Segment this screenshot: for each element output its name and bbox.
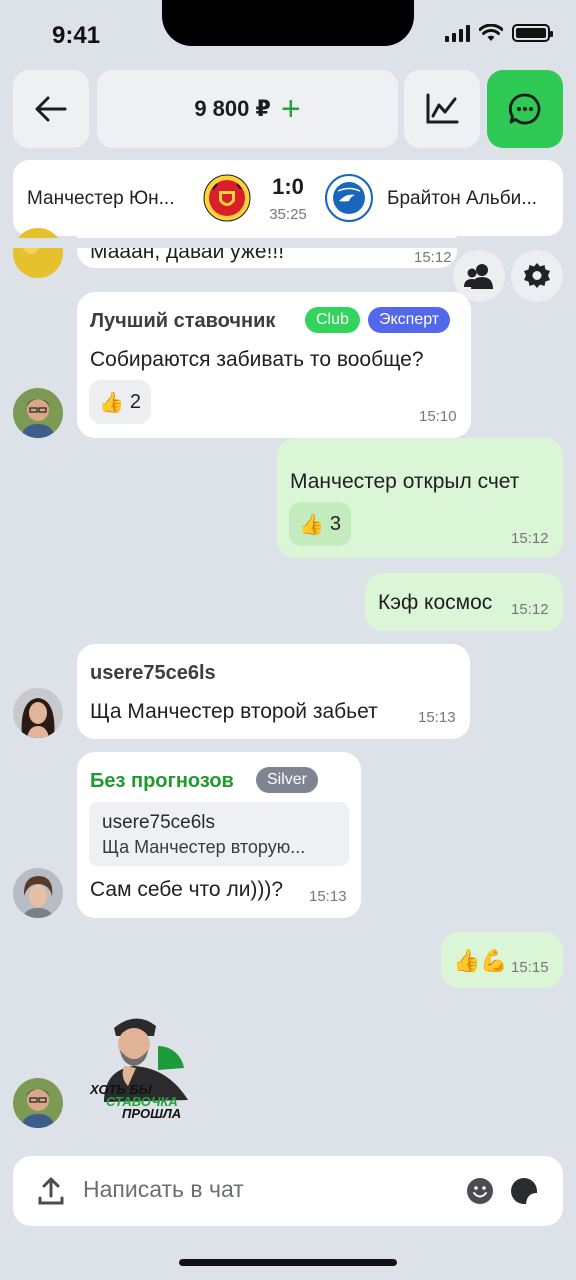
upload-icon[interactable] xyxy=(37,1176,65,1206)
settings-button[interactable] xyxy=(511,250,563,302)
away-team-name: Брайтон Альби... xyxy=(387,188,538,209)
message-bubble[interactable]: Без прогнозов Silver usere75ce6ls Ща Ман… xyxy=(77,752,361,918)
scroll-mask xyxy=(0,238,576,248)
avatar-image xyxy=(13,228,63,278)
status-icons xyxy=(445,24,553,42)
message-composer xyxy=(13,1156,563,1226)
message-text: Кэф космос xyxy=(378,591,493,614)
balance-button[interactable]: 9 800 ₽ + xyxy=(97,70,398,148)
message-text: Манчестер открыл счет xyxy=(290,470,520,493)
gear-icon xyxy=(524,263,550,288)
reaction-count: 3 xyxy=(329,512,342,535)
thumbs-up-icon: 👍 xyxy=(299,513,324,536)
reply-quote[interactable]: usere75ce6ls Ща Манчестер вторую... xyxy=(89,802,349,866)
message-text: Сам себе что ли)))? xyxy=(90,878,284,901)
cellular-signal-icon xyxy=(445,24,470,42)
avatar-image xyxy=(13,1078,63,1128)
chat-icon xyxy=(508,93,541,125)
add-funds-icon: + xyxy=(280,90,301,128)
sticker[interactable]: ХОТЬ БЫ СТАВОЧКА ПРОШЛА xyxy=(88,1006,200,1122)
home-indicator xyxy=(179,1259,397,1266)
stats-button[interactable] xyxy=(404,70,480,148)
message-time: 15:13 xyxy=(418,709,456,726)
message-text: Собираются забивать то вообще? xyxy=(90,348,424,371)
status-time: 9:41 xyxy=(52,22,101,49)
brighton-logo-icon xyxy=(324,173,374,223)
reaction-chip[interactable]: 👍 2 xyxy=(89,380,152,424)
avatar-image xyxy=(13,868,63,918)
status-bar: 9:41 xyxy=(0,0,576,70)
chart-icon xyxy=(426,93,459,124)
message-time: 15:12 xyxy=(414,249,452,266)
message-time: 15:10 xyxy=(419,408,457,425)
message-text: Ща Манчестер второй забьет xyxy=(90,700,378,723)
back-button[interactable] xyxy=(13,70,89,148)
message-time: 15:15 xyxy=(511,959,549,976)
outgoing-message-bubble[interactable]: Манчестер открыл счет 👍 3 15:12 xyxy=(277,438,563,558)
reaction-count: 2 xyxy=(129,390,142,413)
avatar[interactable] xyxy=(13,868,63,918)
avatar[interactable] xyxy=(13,688,63,738)
outgoing-message-bubble[interactable]: Кэф космос 15:12 xyxy=(365,573,563,631)
manchester-united-logo-icon xyxy=(202,173,252,223)
avatar[interactable] xyxy=(13,1078,63,1128)
reaction-chip[interactable]: 👍 3 xyxy=(289,502,352,546)
avatar[interactable] xyxy=(13,228,63,278)
balance-amount: 9 800 ₽ xyxy=(194,96,271,121)
match-clock: 35:25 xyxy=(269,206,307,223)
quote-author: usere75ce6ls xyxy=(102,812,216,833)
club-badge: Club xyxy=(305,307,360,333)
sender-name: usere75ce6ls xyxy=(90,662,216,684)
home-team-name: Манчестер Юн... xyxy=(27,188,175,209)
avatar-image xyxy=(13,688,63,738)
avatar[interactable] xyxy=(13,388,63,438)
chat-input[interactable] xyxy=(83,1176,383,1203)
message-time: 15:12 xyxy=(511,601,549,618)
emoji-icon[interactable] xyxy=(466,1177,494,1205)
sender-name: Без прогнозов xyxy=(90,770,234,792)
wifi-icon xyxy=(479,24,503,41)
sender-name: Лучший ставочник xyxy=(90,310,276,332)
quote-text: Ща Манчестер вторую... xyxy=(102,837,306,857)
people-icon xyxy=(464,264,493,289)
expert-badge: Эксперт xyxy=(368,307,451,333)
sticker-text-line3: ПРОШЛА xyxy=(122,1106,182,1121)
top-bar: 9 800 ₽ + xyxy=(13,70,563,148)
match-score: 1:0 xyxy=(272,174,304,199)
battery-icon xyxy=(512,24,553,42)
chat-button[interactable] xyxy=(487,70,563,148)
notch xyxy=(162,0,414,46)
avatar-image xyxy=(13,388,63,438)
sticker-icon[interactable] xyxy=(510,1177,538,1205)
message-time: 15:13 xyxy=(309,888,347,905)
message-bubble[interactable]: usere75ce6ls Ща Манчестер второй забьет … xyxy=(77,644,470,739)
message-bubble[interactable]: Лучший ставочник Club Эксперт Собираются… xyxy=(77,292,471,438)
battery-level xyxy=(516,28,546,38)
silver-badge: Silver xyxy=(256,767,319,793)
thumbs-up-icon: 👍 xyxy=(99,391,124,414)
outgoing-message-bubble[interactable]: 👍💪 15:15 xyxy=(441,932,563,988)
message-time: 15:12 xyxy=(511,530,549,547)
message-text: 👍💪 xyxy=(453,948,508,973)
back-arrow-icon xyxy=(35,96,67,122)
